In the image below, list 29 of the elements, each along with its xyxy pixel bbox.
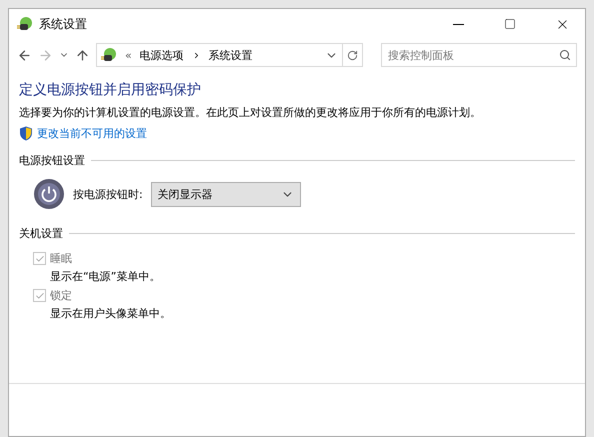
search-icon xyxy=(559,49,571,61)
power-plug-icon xyxy=(17,16,33,32)
refresh-button[interactable] xyxy=(343,43,363,67)
maximize-icon xyxy=(504,18,516,30)
breadcrumb-item[interactable]: 电源选项 xyxy=(140,48,184,62)
refresh-icon xyxy=(347,50,358,60)
address-bar[interactable]: « 电源选项 系统设置 xyxy=(96,43,343,67)
section-title: 关机设置 xyxy=(19,226,63,241)
overflow-chevron[interactable]: « xyxy=(125,48,132,62)
check-icon xyxy=(34,254,44,264)
power-button-label: 按电源按钮时: xyxy=(73,186,143,202)
option-description: 显示在“电源”菜单中。 xyxy=(49,269,162,284)
shield-icon xyxy=(19,126,33,141)
description-text: 选择要为你的计算机设置的电源设置。在此页上对设置所做的更改将应用于你所有的电源计划。 xyxy=(19,105,482,120)
page-heading: 定义电源按钮并启用密码保护 xyxy=(19,81,202,99)
back-button[interactable] xyxy=(17,48,32,62)
option-description: 显示在用户头像菜单中。 xyxy=(49,306,172,321)
power-action-dropdown[interactable]: 关闭显示器 xyxy=(150,182,301,206)
power-plug-icon xyxy=(101,47,117,63)
checkbox-label: 锁定 xyxy=(50,288,72,303)
check-icon xyxy=(34,290,44,300)
section-title: 电源按钮设置 xyxy=(19,153,85,168)
search-field[interactable]: 搜索控制面板 xyxy=(381,43,577,67)
up-button[interactable] xyxy=(75,48,90,62)
window-title: 系统设置 xyxy=(39,16,88,32)
change-settings-link[interactable]: 更改当前不可用的设置 xyxy=(37,126,147,141)
power-button-icon xyxy=(33,178,65,210)
breadcrumb-item[interactable]: 系统设置 xyxy=(208,48,253,62)
checkbox-label: 睡眠 xyxy=(50,251,72,266)
